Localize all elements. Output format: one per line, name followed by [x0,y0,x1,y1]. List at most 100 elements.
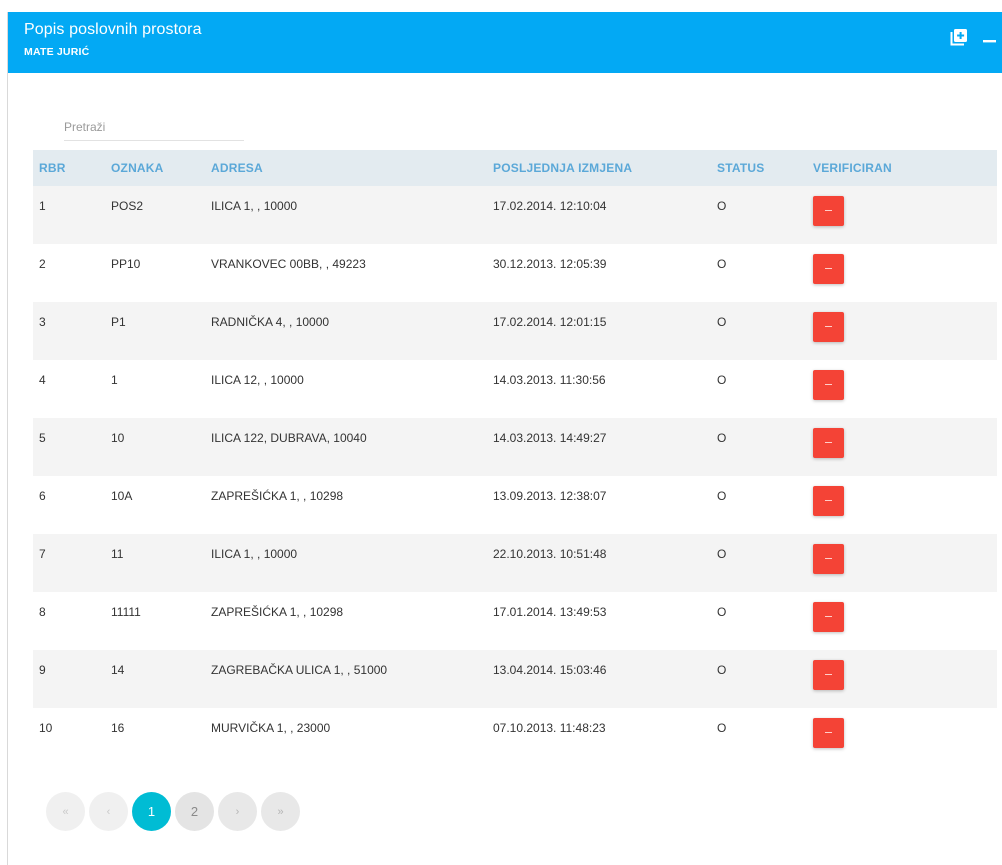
business-premises-panel: Popis poslovnih prostora MATE JURIĆ RBR … [7,12,1002,865]
cell-status: O [717,360,813,418]
cell-status: O [717,708,813,766]
cell-verificiran [813,418,997,476]
cell-adresa: MURVIČKA 1, , 23000 [211,708,493,766]
cell-verificiran [813,650,997,708]
cell-verificiran [813,302,997,360]
verified-toggle-button[interactable] [813,312,844,342]
panel-header: Popis poslovnih prostora MATE JURIĆ [8,12,1002,73]
cell-rbr: 1 [33,186,111,244]
cell-oznaka: 14 [111,650,211,708]
minus-icon [825,442,832,443]
cell-posljednja-izmjena: 22.10.2013. 10:51:48 [493,534,717,592]
cell-rbr: 4 [33,360,111,418]
table-row[interactable]: 7 11 ILICA 1, , 10000 22.10.2013. 10:51:48 O [33,534,997,592]
cell-rbr: 6 [33,476,111,534]
column-header-adresa[interactable]: ADRESA [211,150,493,186]
cell-status: O [717,650,813,708]
verified-toggle-button[interactable] [813,660,844,690]
table-row[interactable]: 3 P1 RADNIČKA 4, , 10000 17.02.2014. 12:01:… [33,302,997,360]
cell-adresa: ILICA 12, , 10000 [211,360,493,418]
cell-posljednja-izmjena: 17.02.2014. 12:01:15 [493,302,717,360]
cell-adresa: ILICA 122, DUBRAVA, 10040 [211,418,493,476]
premises-table: RBR OZNAKA ADRESA POSLJEDNJA IZMJENA STA… [33,150,997,766]
cell-adresa: RADNIČKA 4, , 10000 [211,302,493,360]
column-header-status[interactable]: STATUS [717,150,813,186]
column-header-posljednja-izmjena[interactable]: POSLJEDNJA IZMJENA [493,150,717,186]
verified-toggle-button[interactable] [813,370,844,400]
cell-posljednja-izmjena: 14.03.2013. 11:30:56 [493,360,717,418]
cell-posljednja-izmjena: 13.04.2014. 15:03:46 [493,650,717,708]
table-row[interactable]: 1 POS2 ILICA 1, , 10000 17.02.2014. 12:10:0… [33,186,997,244]
table-row[interactable]: 8 11111 ZAPREŠIĆKA 1, , 10298 17.01.2014. 1… [33,592,997,650]
verified-toggle-button[interactable] [813,544,844,574]
table-row[interactable]: 6 10A ZAPREŠIĆKA 1, , 10298 13.09.2013. 12:… [33,476,997,534]
column-header-oznaka[interactable]: OZNAKA [111,150,211,186]
table-header-row: RBR OZNAKA ADRESA POSLJEDNJA IZMJENA STA… [33,150,997,186]
cell-posljednja-izmjena: 17.02.2014. 12:10:04 [493,186,717,244]
first-page-button[interactable]: « [46,792,85,831]
cell-rbr: 8 [33,592,111,650]
cell-status: O [717,476,813,534]
cell-verificiran [813,592,997,650]
cell-oznaka: PP10 [111,244,211,302]
cell-adresa: ILICA 1, , 10000 [211,534,493,592]
verified-toggle-button[interactable] [813,254,844,284]
cell-rbr: 5 [33,418,111,476]
minus-icon [825,674,832,675]
table-row[interactable]: 4 1 ILICA 12, , 10000 14.03.2013. 11:30:56 O [33,360,997,418]
minus-icon [825,500,832,501]
cell-status: O [717,592,813,650]
cell-oznaka: 16 [111,708,211,766]
next-page-button[interactable]: › [218,792,257,831]
add-box-icon[interactable] [949,27,969,47]
cell-oznaka: P1 [111,302,211,360]
cell-oznaka: 1 [111,360,211,418]
verified-toggle-button[interactable] [813,486,844,516]
verified-toggle-button[interactable] [813,602,844,632]
cell-status: O [717,534,813,592]
previous-page-button[interactable]: ‹ [89,792,128,831]
last-page-button[interactable]: » [261,792,300,831]
cell-status: O [717,302,813,360]
cell-oznaka: POS2 [111,186,211,244]
user-name: MATE JURIĆ [24,46,90,58]
minus-icon [825,732,832,733]
minus-icon [825,616,832,617]
cell-rbr: 7 [33,534,111,592]
minimize-icon[interactable] [980,27,1000,47]
cell-status: O [717,418,813,476]
verified-toggle-button[interactable] [813,196,844,226]
cell-posljednja-izmjena: 30.12.2013. 12:05:39 [493,244,717,302]
page-2-button[interactable]: 2 [175,792,214,831]
cell-rbr: 3 [33,302,111,360]
cell-oznaka: 11111 [111,592,211,650]
cell-adresa: ILICA 1, , 10000 [211,186,493,244]
cell-posljednja-izmjena: 13.09.2013. 12:38:07 [493,476,717,534]
verified-toggle-button[interactable] [813,428,844,458]
table-row[interactable]: 9 14 ZAGREBAČKA ULICA 1, , 51000 13.04.2014… [33,650,997,708]
column-header-rbr[interactable]: RBR [33,150,111,186]
verified-toggle-button[interactable] [813,718,844,748]
search-input[interactable] [64,116,244,141]
cell-rbr: 9 [33,650,111,708]
table-row[interactable]: 5 10 ILICA 122, DUBRAVA, 10040 14.03.2013. … [33,418,997,476]
page-1-button[interactable]: 1 [132,792,171,831]
cell-verificiran [813,244,997,302]
cell-verificiran [813,708,997,766]
cell-status: O [717,186,813,244]
minus-icon [825,384,832,385]
column-header-verificiran[interactable]: VERIFICIRAN [813,150,997,186]
cell-adresa: ZAPREŠIĆKA 1, , 10298 [211,592,493,650]
minus-icon [825,558,832,559]
cell-adresa: ZAPREŠIĆKA 1, , 10298 [211,476,493,534]
cell-posljednja-izmjena: 07.10.2013. 11:48:23 [493,708,717,766]
cell-verificiran [813,360,997,418]
cell-rbr: 10 [33,708,111,766]
cell-verificiran [813,186,997,244]
cell-adresa: VRANKOVEC 00BB, , 49223 [211,244,493,302]
cell-posljednja-izmjena: 17.01.2014. 13:49:53 [493,592,717,650]
minus-icon [825,210,832,211]
table-row[interactable]: 10 16 MURVIČKA 1, , 23000 07.10.2013. 11:48… [33,708,997,766]
table-row[interactable]: 2 PP10 VRANKOVEC 00BB, , 49223 30.12.2013. … [33,244,997,302]
cell-posljednja-izmjena: 14.03.2013. 14:49:27 [493,418,717,476]
